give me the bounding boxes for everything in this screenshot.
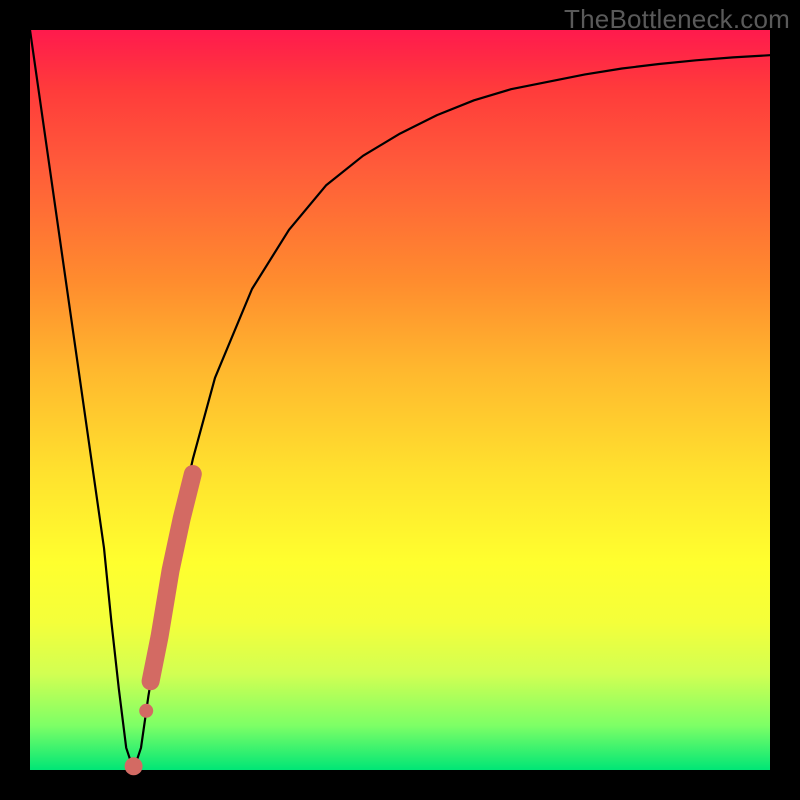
highlight-dot xyxy=(139,704,153,718)
bottleneck-curve xyxy=(30,30,770,770)
highlight-segment-thick xyxy=(151,474,193,681)
chart-frame: TheBottleneck.com xyxy=(0,0,800,800)
highlight-dot xyxy=(125,757,143,775)
watermark-text: TheBottleneck.com xyxy=(564,4,790,35)
chart-svg xyxy=(30,30,770,770)
plot-area xyxy=(30,30,770,770)
